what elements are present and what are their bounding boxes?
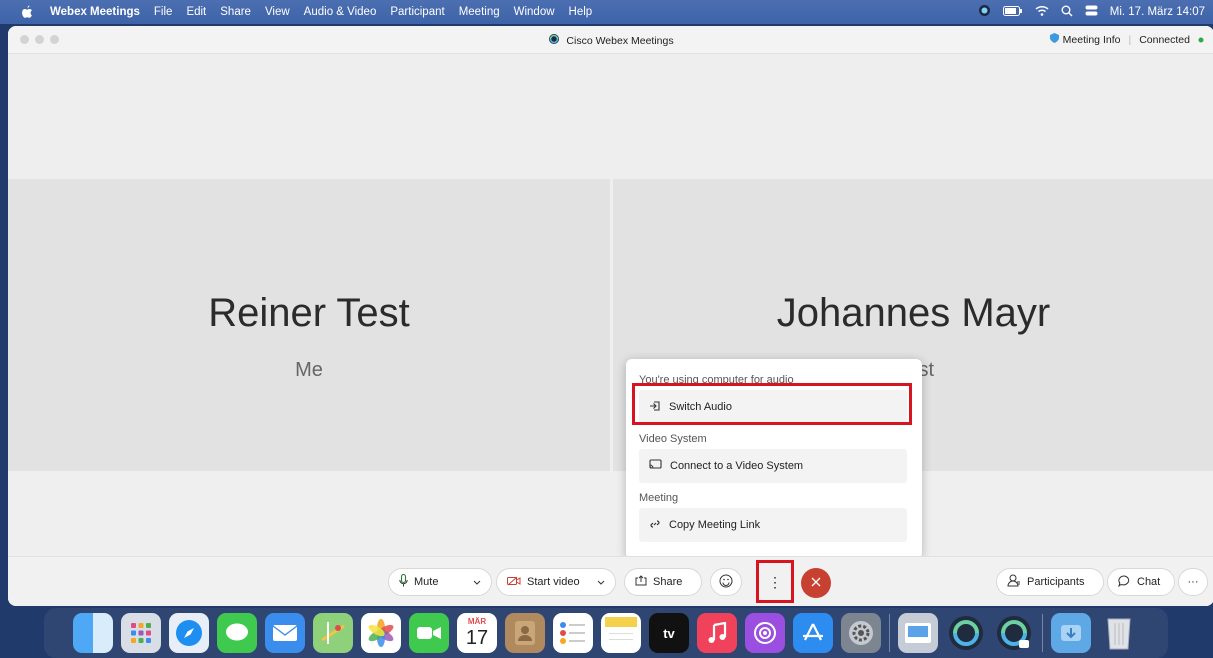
safari-icon[interactable] [169,613,209,653]
microphone-icon [399,573,408,590]
connection-status: Connected [1139,33,1190,46]
titlebar-divider: | [1128,33,1132,46]
battery-icon[interactable] [1002,5,1023,19]
chat-bubble-icon [1118,574,1131,590]
music-icon[interactable] [697,613,737,653]
menu-share[interactable]: Share [220,6,251,18]
start-video-button[interactable]: Start video [496,568,616,596]
participant-name: Reiner Test [208,291,410,335]
stage-background [8,54,1213,179]
calendar-day: 17 [465,627,489,649]
mail-icon[interactable] [265,613,305,653]
meeting-info-link[interactable]: Meeting Info [1049,33,1121,46]
contacts-icon[interactable] [505,613,545,653]
participants-label: Participants [1027,576,1085,588]
share-icon [635,575,647,589]
wifi-icon[interactable] [1035,5,1049,19]
messages-icon[interactable] [217,613,257,653]
end-meeting-button[interactable] [801,568,831,598]
calendar-month: MÄR [467,617,487,626]
mute-button[interactable]: Mute [388,568,492,596]
control-center-icon[interactable] [1085,5,1098,19]
menubar-app-name[interactable]: Webex Meetings [50,6,140,18]
reminders-icon[interactable] [553,613,593,653]
info-shield-icon [1049,33,1059,46]
facetime-icon[interactable] [409,613,449,653]
podcasts-icon[interactable] [745,613,785,653]
titlebar-right: Meeting Info | Connected [1049,33,1204,46]
menu-help[interactable]: Help [569,6,593,18]
mute-label: Mute [414,576,439,588]
copy-meeting-link-item[interactable]: Copy Meeting Link [639,508,907,542]
smiley-icon [719,574,733,591]
dock-separator [889,614,890,652]
window-titlebar: Cisco Webex Meetings Meeting Info | Conn… [8,26,1213,54]
switch-audio-highlight [632,383,912,425]
participants-button[interactable]: Participants [996,568,1104,596]
connect-video-system-item[interactable]: Connect to a Video System [639,449,907,483]
macos-dock: MÄR 17 tv [44,608,1168,658]
app-store-icon[interactable] [793,613,833,653]
meeting-controls-bar: Mute Start video Share ⋮ Participants Ch… [8,556,1213,606]
webex-app-icon[interactable] [946,613,986,653]
photos-icon[interactable] [361,613,401,653]
webex-logo-icon [548,33,560,48]
link-icon [649,518,661,533]
menubar-clock[interactable]: Mi. 17. März 14:07 [1110,6,1205,18]
copy-meeting-link-label: Copy Meeting Link [669,519,761,531]
meeting-info-label: Meeting Info [1062,33,1121,46]
start-video-label: Start video [527,576,580,588]
window-title-area: Cisco Webex Meetings [8,33,1213,48]
reactions-button[interactable] [710,568,742,596]
menu-meeting[interactable]: Meeting [459,6,500,18]
more-options-highlight [756,560,794,603]
apple-tv-label: tv [663,625,675,641]
chat-label: Chat [1137,576,1161,588]
menu-audio-video[interactable]: Audio & Video [304,6,377,18]
chat-button[interactable]: Chat [1107,568,1175,596]
overflow-menu-button[interactable]: ··· [1178,568,1208,596]
connect-video-system-label: Connect to a Video System [670,460,804,472]
macos-menubar: Webex Meetings File Edit Share View Audi… [0,0,1213,24]
ellipsis-icon: ··· [1187,576,1199,588]
participant-role: Me [295,359,323,381]
trash-icon[interactable] [1099,613,1139,653]
calendar-icon[interactable]: MÄR 17 [457,613,497,653]
menu-window[interactable]: Window [514,6,555,18]
share-button[interactable]: Share [624,568,702,596]
menu-file[interactable]: File [154,6,173,18]
menu-view[interactable]: View [265,6,290,18]
chevron-down-icon[interactable] [473,576,481,588]
finder-icon[interactable] [73,613,113,653]
webex-meetings-icon[interactable] [994,613,1034,653]
video-system-header: Video System [639,433,707,445]
maps-icon[interactable] [313,613,353,653]
participants-icon [1007,574,1021,590]
dock-separator [1042,614,1043,652]
notes-icon[interactable] [601,613,641,653]
video-off-icon [507,576,521,589]
cast-icon [649,459,662,473]
apple-tv-icon[interactable]: tv [649,613,689,653]
participant-name: Johannes Mayr [776,291,1051,335]
menu-participant[interactable]: Participant [390,6,444,18]
connected-dot-icon [1198,34,1204,46]
menu-edit[interactable]: Edit [186,6,206,18]
meeting-section-header: Meeting [639,492,679,504]
spotlight-search-icon[interactable] [1061,5,1073,20]
share-label: Share [653,576,683,588]
chevron-down-icon[interactable] [597,576,605,588]
preview-icon[interactable] [898,613,938,653]
webex-status-icon[interactable] [978,4,991,20]
apple-menu-icon[interactable] [18,5,36,19]
webex-window: Cisco Webex Meetings Meeting Info | Conn… [8,26,1213,606]
downloads-folder-icon[interactable] [1051,613,1091,653]
window-title: Cisco Webex Meetings [566,34,674,47]
close-icon [811,574,821,592]
participant-tile-self: Reiner Test Me [8,179,610,471]
launchpad-icon[interactable] [121,613,161,653]
system-preferences-icon[interactable] [841,613,881,653]
menubar-status-area: Mi. 17. März 14:07 [978,0,1205,24]
